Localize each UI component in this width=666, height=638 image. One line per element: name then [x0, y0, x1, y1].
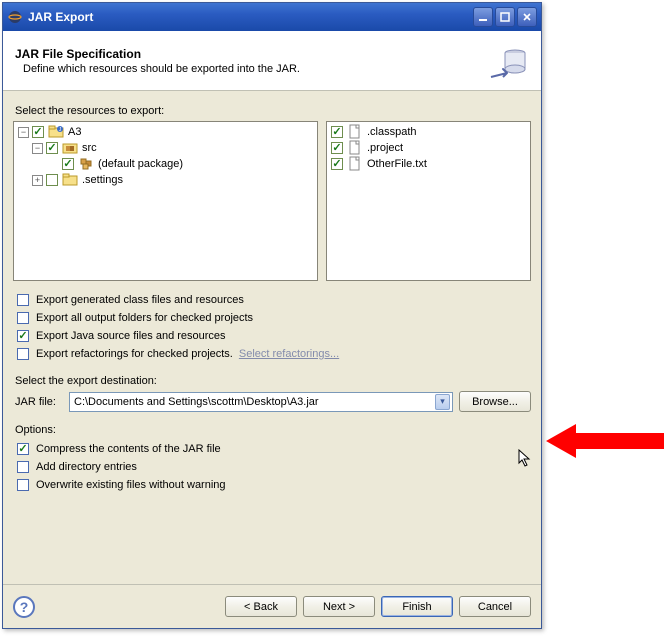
file-icon [347, 124, 363, 140]
node-label: .settings [81, 174, 123, 186]
folder-icon [62, 172, 78, 188]
node-label: A3 [67, 126, 81, 138]
minimize-button[interactable] [473, 7, 493, 27]
option-add-dir[interactable]: Add directory entries [17, 458, 531, 476]
node-label: (default package) [97, 158, 183, 170]
checkbox[interactable] [331, 126, 343, 138]
browse-button[interactable]: Browse... [459, 391, 531, 412]
wizard-footer: ? < Back Next > Finish Cancel [3, 584, 541, 628]
checkbox[interactable] [32, 126, 44, 138]
finish-button[interactable]: Finish [381, 596, 453, 617]
list-item[interactable]: OtherFile.txt [329, 156, 528, 172]
help-button[interactable]: ? [13, 596, 35, 618]
checkbox[interactable] [62, 158, 74, 170]
option-label: Overwrite existing files without warning [36, 479, 226, 491]
resources-list-right[interactable]: .classpath .project OtherFile.txt [326, 121, 531, 281]
window-controls [473, 7, 537, 27]
option-label: Export all output folders for checked pr… [36, 312, 253, 324]
option-compress[interactable]: Compress the contents of the JAR file [17, 440, 531, 458]
expand-icon[interactable]: + [32, 175, 43, 186]
option-refactorings[interactable]: Export refactorings for checked projects… [17, 345, 531, 363]
window-title: JAR Export [28, 10, 473, 24]
checkbox[interactable] [331, 158, 343, 170]
node-label: src [81, 142, 97, 154]
options-label: Options: [15, 424, 531, 436]
next-button[interactable]: Next > [303, 596, 375, 617]
collapse-icon[interactable]: − [32, 143, 43, 154]
destination-section: Select the export destination: JAR file:… [13, 375, 531, 412]
option-label: Export Java source files and resources [36, 330, 226, 342]
resources-tree-left[interactable]: − J A3 − src [13, 121, 318, 281]
option-label: Export generated class files and resourc… [36, 294, 244, 306]
destination-label: Select the export destination: [15, 375, 531, 387]
file-icon [347, 140, 363, 156]
tree-node-settings[interactable]: + .settings [16, 172, 315, 188]
item-label: .project [366, 142, 403, 154]
checkbox[interactable] [17, 479, 29, 491]
item-label: OtherFile.txt [366, 158, 427, 170]
jar-file-path: C:\Documents and Settings\scottm\Desktop… [74, 396, 435, 408]
maximize-button[interactable] [495, 7, 515, 27]
item-label: .classpath [366, 126, 417, 138]
option-output-folders[interactable]: Export all output folders for checked pr… [17, 309, 531, 327]
option-java-source[interactable]: Export Java source files and resources [17, 327, 531, 345]
option-overwrite[interactable]: Overwrite existing files without warning [17, 476, 531, 494]
file-icon [347, 156, 363, 172]
titlebar: JAR Export [3, 3, 541, 31]
checkbox[interactable] [17, 461, 29, 473]
jar-icon [487, 39, 531, 83]
tree-node-default-package[interactable]: (default package) [16, 156, 315, 172]
banner-subtext: Define which resources should be exporte… [23, 63, 487, 75]
cancel-button[interactable]: Cancel [459, 596, 531, 617]
jar-file-combo[interactable]: C:\Documents and Settings\scottm\Desktop… [69, 392, 453, 412]
option-label: Export refactorings for checked projects… [36, 348, 233, 360]
checkbox[interactable] [17, 443, 29, 455]
checkbox[interactable] [331, 142, 343, 154]
package-folder-icon [62, 140, 78, 156]
options-section: Options: Compress the contents of the JA… [13, 424, 531, 494]
banner-heading: JAR File Specification [15, 47, 487, 61]
close-button[interactable] [517, 7, 537, 27]
tree-node-project[interactable]: − J A3 [16, 124, 315, 140]
checkbox[interactable] [17, 330, 29, 342]
resources-label: Select the resources to export: [15, 105, 531, 117]
back-button[interactable]: < Back [225, 596, 297, 617]
select-refactorings-link[interactable]: Select refactorings... [239, 348, 339, 360]
checkbox[interactable] [46, 174, 58, 186]
wizard-banner: JAR File Specification Define which reso… [3, 31, 541, 91]
package-icon [78, 156, 94, 172]
collapse-icon[interactable]: − [18, 127, 29, 138]
checkbox[interactable] [17, 294, 29, 306]
wizard-body: Select the resources to export: − J A3 − [3, 91, 541, 500]
tree-node-src[interactable]: − src [16, 140, 315, 156]
option-label: Add directory entries [36, 461, 137, 473]
checkbox[interactable] [46, 142, 58, 154]
jar-file-prefix: JAR file: [15, 396, 63, 408]
export-options: Export generated class files and resourc… [13, 291, 531, 363]
list-item[interactable]: .classpath [329, 124, 528, 140]
eclipse-icon [7, 9, 23, 25]
dialog-window: JAR Export JAR File Specification Define… [2, 2, 542, 629]
option-generated-class[interactable]: Export generated class files and resourc… [17, 291, 531, 309]
project-icon: J [48, 124, 64, 140]
chevron-down-icon[interactable]: ▾ [435, 394, 450, 410]
option-label: Compress the contents of the JAR file [36, 443, 221, 455]
checkbox[interactable] [17, 312, 29, 324]
list-item[interactable]: .project [329, 140, 528, 156]
checkbox[interactable] [17, 348, 29, 360]
annotation-arrow-icon [546, 418, 664, 464]
